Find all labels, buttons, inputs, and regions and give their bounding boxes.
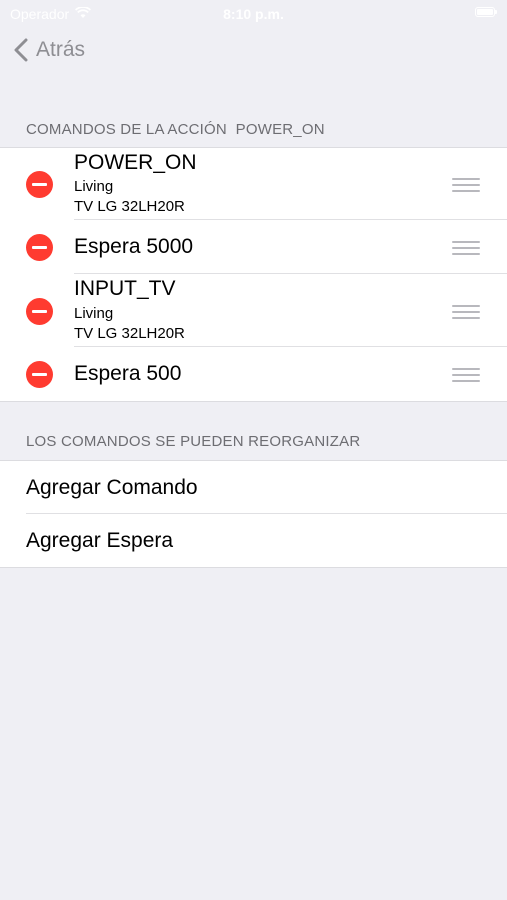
- reorder-handle-icon[interactable]: [452, 368, 480, 382]
- status-time: 8:10 p.m.: [223, 6, 284, 22]
- commands-section-header: COMANDOS DE LA ACCIÓN POWER_ON: [26, 121, 325, 138]
- add-command-button[interactable]: Agregar Comando: [0, 461, 507, 514]
- command-row: Espera 5000: [0, 220, 507, 274]
- command-room: Living: [74, 305, 114, 322]
- status-bar: Operador 8:10 p.m.: [0, 0, 507, 28]
- back-button[interactable]: Atrás: [14, 38, 85, 62]
- actions-list: Agregar Comando Agregar Espera: [0, 460, 507, 568]
- command-device: TV LG 32LH20R: [74, 198, 185, 215]
- delete-command-button[interactable]: [26, 171, 53, 198]
- delete-command-button[interactable]: [26, 298, 53, 325]
- command-title: POWER_ON: [74, 151, 197, 174]
- command-row: INPUT_TV Living TV LG 32LH20R: [0, 274, 507, 347]
- add-wait-label: Agregar Espera: [26, 529, 174, 552]
- command-room: Living: [74, 178, 114, 195]
- battery-icon: [475, 7, 497, 17]
- command-device: TV LG 32LH20R: [74, 325, 185, 342]
- command-title: Espera 500: [74, 362, 182, 385]
- command-title: Espera 5000: [74, 235, 194, 258]
- reorder-handle-icon[interactable]: [452, 241, 480, 255]
- delete-command-button[interactable]: [26, 234, 53, 261]
- command-row: Espera 500: [0, 347, 507, 401]
- reorder-section-header: LOS COMANDOS SE PUEDEN REORGANIZAR: [26, 433, 361, 450]
- chevron-left-icon: [14, 38, 28, 62]
- command-row: POWER_ON Living TV LG 32LH20R: [0, 148, 507, 220]
- nav-bar: Atrás: [0, 28, 507, 78]
- add-command-label: Agregar Comando: [26, 476, 198, 499]
- commands-list: POWER_ON Living TV LG 32LH20R Espera 500…: [0, 147, 507, 402]
- delete-command-button[interactable]: [26, 361, 53, 388]
- reorder-handle-icon[interactable]: [452, 178, 480, 192]
- add-wait-button[interactable]: Agregar Espera: [0, 514, 507, 567]
- back-label: Atrás: [36, 38, 86, 61]
- reorder-handle-icon[interactable]: [452, 305, 480, 319]
- command-title: INPUT_TV: [74, 277, 176, 300]
